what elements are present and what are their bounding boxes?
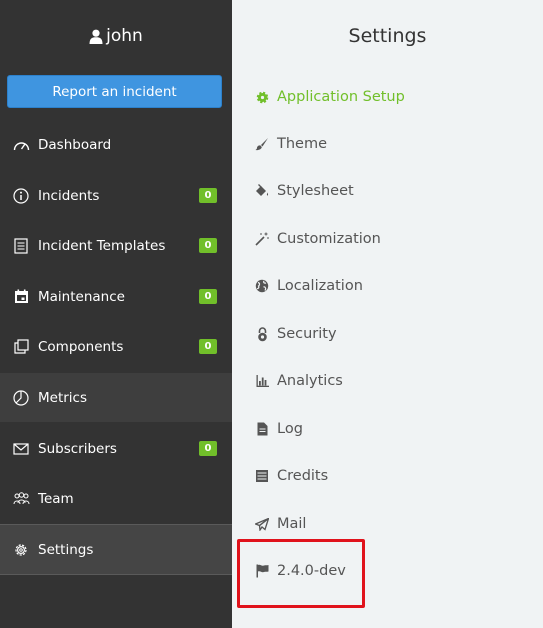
count-badge: 0 — [199, 238, 217, 253]
settings-item-application-setup[interactable]: Application Setup — [254, 86, 405, 108]
gear-icon — [12, 541, 30, 559]
settings-item-label: Credits — [277, 468, 329, 484]
sidebar-item-incidents[interactable]: Incidents 0 — [0, 171, 232, 220]
count-badge: 0 — [199, 441, 217, 456]
sidebar: john Report an incident Dashboard Incide… — [0, 0, 232, 628]
report-incident-button[interactable]: Report an incident — [7, 75, 222, 108]
settings-item-label: Customization — [277, 231, 381, 247]
count-badge: 0 — [199, 188, 217, 203]
sidebar-item-label: Team — [38, 490, 74, 507]
sidebar-item-label: Incidents — [38, 187, 100, 204]
settings-item-stylesheet[interactable]: Stylesheet — [254, 180, 354, 202]
copy-icon — [12, 338, 30, 356]
settings-panel: Settings Application Setup Theme Stylesh… — [232, 0, 543, 628]
settings-item-label: Localization — [277, 278, 363, 294]
paper-plane-icon — [254, 516, 270, 532]
sidebar-item-metrics[interactable]: Metrics — [0, 373, 232, 422]
settings-item-label: Security — [277, 326, 337, 342]
settings-item-label: Application Setup — [277, 89, 405, 105]
list-icon — [254, 468, 270, 484]
sidebar-item-label: Metrics — [38, 389, 88, 406]
lock-icon — [254, 326, 270, 342]
sidebar-item-label: Settings — [38, 541, 94, 558]
settings-item-customization[interactable]: Customization — [254, 228, 381, 250]
user-icon — [89, 29, 103, 44]
settings-item-label: Log — [277, 421, 303, 437]
settings-item-security[interactable]: Security — [254, 323, 337, 345]
settings-item-theme[interactable]: Theme — [254, 133, 327, 155]
brush-icon — [254, 136, 270, 152]
count-badge: 0 — [199, 289, 217, 304]
document-list-icon — [12, 237, 30, 255]
file-icon — [254, 421, 270, 437]
sidebar-item-label: Components — [38, 338, 124, 355]
sidebar-item-label: Subscribers — [38, 440, 117, 457]
sidebar-item-subscribers[interactable]: Subscribers 0 — [0, 424, 232, 473]
settings-item-credits[interactable]: Credits — [254, 465, 328, 487]
calendar-icon — [12, 288, 30, 306]
sidebar-item-maintenance[interactable]: Maintenance 0 — [0, 272, 232, 321]
team-icon — [12, 490, 30, 508]
flag-icon — [254, 563, 270, 579]
pie-chart-icon — [12, 389, 30, 407]
user-name: john — [106, 26, 143, 46]
user-profile[interactable]: john — [0, 22, 232, 50]
settings-item-label: Stylesheet — [277, 183, 354, 199]
bar-chart-icon — [254, 373, 270, 389]
settings-item-mail[interactable]: Mail — [254, 513, 306, 535]
sidebar-item-label: Incident Templates — [38, 237, 166, 254]
magic-wand-icon — [254, 231, 270, 247]
count-badge: 0 — [199, 339, 217, 354]
settings-item-label: 2.4.0-dev — [277, 563, 346, 579]
settings-item-label: Theme — [277, 136, 328, 152]
sidebar-item-label: Dashboard — [38, 136, 112, 153]
paint-bucket-icon — [254, 183, 270, 199]
envelope-icon — [12, 440, 30, 458]
gauge-icon — [12, 136, 30, 154]
sidebar-item-team[interactable]: Team — [0, 474, 232, 523]
sidebar-item-dashboard[interactable]: Dashboard — [0, 120, 232, 169]
globe-icon — [254, 278, 270, 294]
settings-item-localization[interactable]: Localization — [254, 275, 363, 297]
sidebar-item-label: Maintenance — [38, 288, 125, 305]
settings-item-version[interactable]: 2.4.0-dev — [254, 560, 346, 582]
settings-item-analytics[interactable]: Analytics — [254, 370, 343, 392]
settings-item-log[interactable]: Log — [254, 418, 303, 440]
sidebar-item-incident-templates[interactable]: Incident Templates 0 — [0, 221, 232, 270]
settings-item-label: Mail — [277, 516, 307, 532]
sidebar-item-components[interactable]: Components 0 — [0, 322, 232, 371]
cog-icon — [254, 89, 270, 105]
sidebar-item-settings[interactable]: Settings — [0, 524, 232, 575]
info-circle-icon — [12, 187, 30, 205]
page-title: Settings — [348, 25, 427, 47]
settings-item-label: Analytics — [277, 373, 343, 389]
